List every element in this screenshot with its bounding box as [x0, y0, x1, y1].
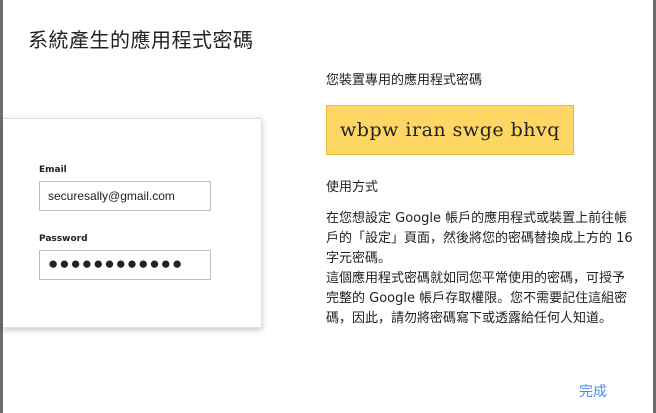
- password-label: Password: [39, 234, 88, 244]
- instructions-text: 在您想設定 Google 帳戶的應用程式或裝置上前往帳戶的「設定」頁面，然後將您…: [326, 209, 636, 329]
- how-to-use-heading: 使用方式: [326, 180, 379, 195]
- instructions-paragraph-1: 在您想設定 Google 帳戶的應用程式或裝置上前往帳戶的「設定」頁面，然後將您…: [326, 211, 633, 266]
- done-button[interactable]: 完成: [579, 381, 607, 401]
- dialog-title: 系統產生的應用程式密碼: [28, 28, 254, 52]
- email-field: securesally@gmail.com: [39, 181, 211, 211]
- instructions-paragraph-2: 這個應用程式密碼就如同您平常使用的密碼，可授予完整的 Google 帳戶存取權限…: [326, 271, 628, 326]
- email-label: Email: [39, 165, 67, 175]
- app-password-value[interactable]: wbpw iran swge bhvq: [326, 105, 574, 155]
- app-password-label: 您裝置專用的應用程式密碼: [326, 73, 483, 88]
- app-password-dialog: 系統產生的應用程式密碼 Email securesally@gmail.com …: [3, 0, 653, 413]
- password-field: ●●●●●●●●●●●●: [39, 250, 211, 280]
- sign-in-illustration: Email securesally@gmail.com Password ●●●…: [3, 118, 262, 328]
